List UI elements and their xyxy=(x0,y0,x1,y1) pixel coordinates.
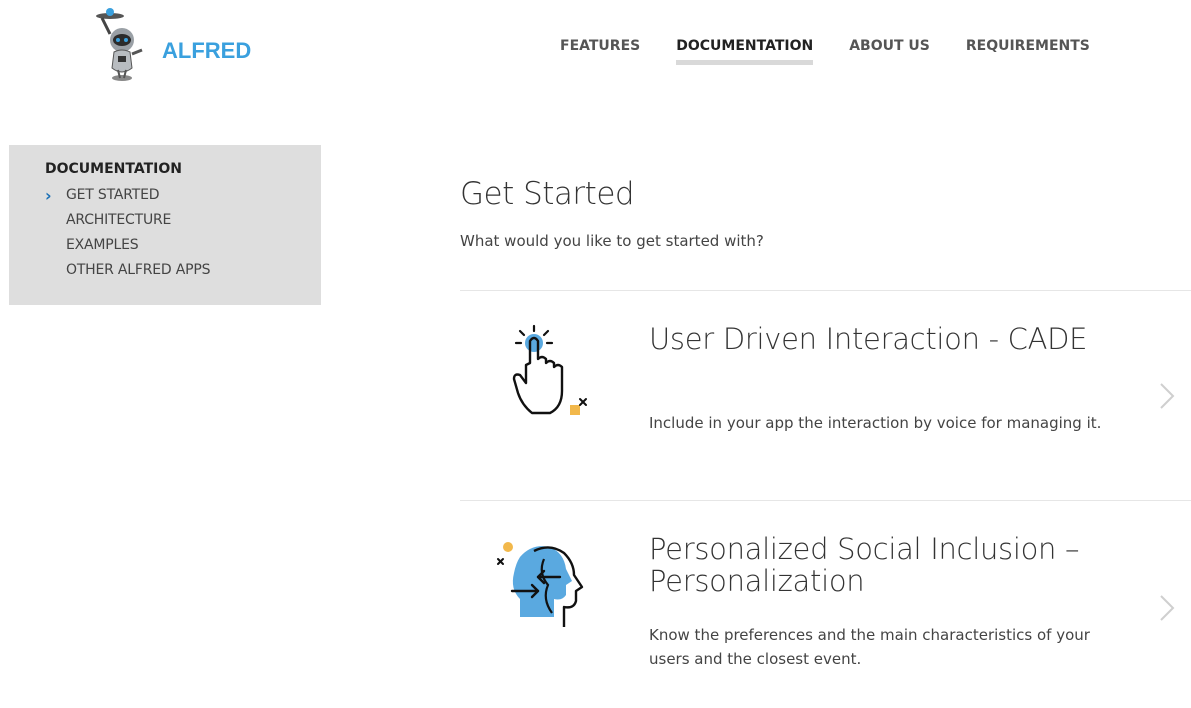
sidebar-item-architecture[interactable]: ARCHITECTURE xyxy=(45,208,321,233)
chevron-right-icon xyxy=(1160,383,1175,409)
card-description: Know the preferences and the main charac… xyxy=(649,626,1090,668)
card-description: Include in your app the interaction by v… xyxy=(649,414,1102,432)
sidebar: DOCUMENTATION › GET STARTED ARCHITECTURE… xyxy=(9,145,321,305)
page-title: Get Started xyxy=(460,176,635,212)
logo[interactable]: ALFRED xyxy=(88,4,278,86)
sidebar-title: DOCUMENTATION xyxy=(45,161,182,177)
sidebar-item-label: GET STARTED xyxy=(66,187,160,203)
nav-about-us[interactable]: ABOUT US xyxy=(849,38,930,65)
page-subtitle: What would you like to get started with? xyxy=(460,232,764,250)
brand-name: ALFRED xyxy=(162,38,252,63)
top-nav: FEATURES DOCUMENTATION ABOUT US REQUIREM… xyxy=(560,38,1090,65)
hand-pointer-icon xyxy=(512,324,587,415)
chevron-right-icon xyxy=(1160,595,1175,621)
card-personalized-social-inclusion[interactable]: Personalized Social Inclusion – Personal… xyxy=(460,501,1191,708)
nav-features[interactable]: FEATURES xyxy=(560,38,640,65)
card-title: Personalized Social Inclusion – Personal… xyxy=(649,532,1080,598)
sidebar-item-get-started[interactable]: › GET STARTED xyxy=(45,183,321,208)
sidebar-item-other-alfred-apps[interactable]: OTHER ALFRED APPS xyxy=(45,258,321,283)
head-profile-icon xyxy=(497,542,584,627)
card-title: User Driven Interaction - CADE xyxy=(649,322,1088,356)
nav-requirements[interactable]: REQUIREMENTS xyxy=(966,38,1090,65)
nav-documentation[interactable]: DOCUMENTATION xyxy=(676,38,814,65)
card-user-driven-interaction[interactable]: User Driven Interaction - CADE Include i… xyxy=(460,291,1191,500)
page: ALFRED FEATURES DOCUMENTATION ABOUT US R… xyxy=(0,0,1191,708)
robot-logo-icon xyxy=(96,8,143,81)
chevron-right-icon: › xyxy=(45,186,52,205)
sidebar-item-examples[interactable]: EXAMPLES xyxy=(45,233,321,258)
